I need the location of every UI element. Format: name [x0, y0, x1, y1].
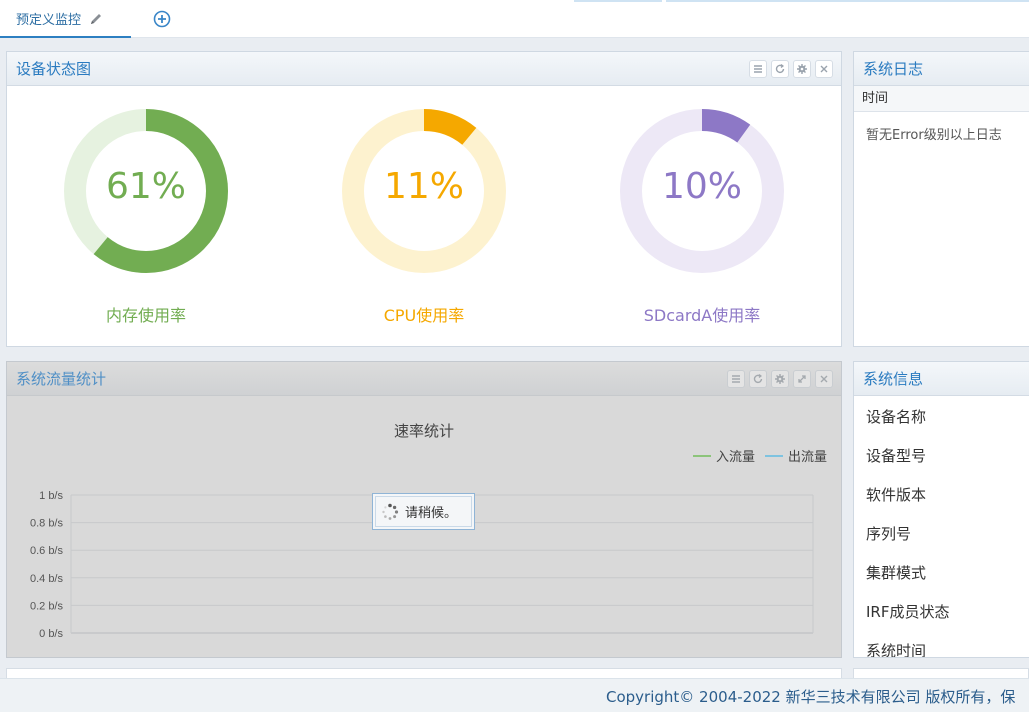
- expand-icon[interactable]: [793, 370, 811, 388]
- close-icon[interactable]: [815, 370, 833, 388]
- log-empty-text: 暂无Error级别以上日志: [866, 128, 1002, 143]
- device-status-panel: 设备状态图 61% 内存使用率 11% CPU使用率 10% SDcardA使用…: [6, 51, 842, 347]
- log-column-time[interactable]: 时间: [854, 86, 1029, 112]
- panel-header: 系统日志: [854, 52, 1029, 86]
- panel-title: 系统信息: [863, 370, 924, 388]
- legend-label: 入流量: [715, 450, 755, 465]
- gear-icon[interactable]: [771, 370, 789, 388]
- y-tick-label: 1 b/s: [39, 490, 63, 502]
- tab-predefined-monitor[interactable]: 预定义监控: [0, 0, 131, 38]
- close-icon[interactable]: [815, 60, 833, 78]
- refresh-icon[interactable]: [771, 60, 789, 78]
- legend-item-in[interactable]: 入流量: [692, 446, 755, 465]
- y-tick-label: 0 b/s: [39, 628, 63, 640]
- system-log-panel: 系统日志 时间 暂无Error级别以上日志: [853, 51, 1029, 347]
- gauge-value: 11%: [383, 166, 464, 207]
- gauge-sdcard: 10% SDcardA使用率: [617, 106, 787, 326]
- gear-icon[interactable]: [793, 60, 811, 78]
- legend-swatch: [692, 454, 711, 457]
- chart-title: 速率统计: [393, 422, 454, 440]
- gauge-value: 61%: [105, 166, 186, 207]
- info-item-software-version: 软件版本: [866, 486, 927, 504]
- list-icon[interactable]: [749, 60, 767, 78]
- info-item-irf-status: IRF成员状态: [866, 603, 950, 621]
- copyright-text: Copyright© 2004-2022 新华三技术有限公司 版权所有，保: [606, 688, 1016, 706]
- panel-tools: [727, 370, 833, 388]
- tab-label: 预定义监控: [16, 12, 82, 28]
- panel-header: 系统流量统计: [7, 362, 841, 396]
- panel-title: 系统日志: [863, 60, 924, 78]
- loading-text: 请稍候。: [405, 506, 458, 521]
- info-item-system-time: 系统时间: [866, 642, 927, 658]
- y-tick-label: 0.6 b/s: [30, 545, 64, 557]
- top-accent-line: [666, 0, 1029, 2]
- panel-title: 设备状态图: [16, 60, 92, 78]
- gauge-cpu: 11% CPU使用率: [339, 106, 509, 326]
- legend-item-out[interactable]: 出流量: [764, 446, 827, 465]
- gauge-label: 内存使用率: [105, 306, 186, 325]
- pencil-icon[interactable]: [89, 11, 103, 25]
- gauge-value: 10%: [661, 166, 742, 207]
- info-item-device-model: 设备型号: [866, 447, 927, 465]
- spinner-icon: [381, 503, 399, 521]
- list-icon[interactable]: [727, 370, 745, 388]
- panel-header: 设备状态图: [7, 52, 841, 86]
- refresh-icon[interactable]: [749, 370, 767, 388]
- legend-label: 出流量: [787, 450, 827, 465]
- panel-header: 系统信息: [854, 362, 1029, 396]
- add-tab-icon[interactable]: [152, 9, 172, 29]
- footer: Copyright© 2004-2022 新华三技术有限公司 版权所有，保: [0, 678, 1029, 712]
- system-info-list: 设备名称 设备型号 软件版本 序列号 集群模式 IRF成员状态 系统时间: [854, 396, 1029, 658]
- chart-legend: 入流量 出流量: [692, 446, 827, 465]
- gauge-label: SDcardA使用率: [643, 306, 761, 325]
- system-info-panel: 系统信息 设备名称 设备型号 软件版本 序列号 集群模式 IRF成员状态 系统时…: [853, 361, 1029, 658]
- top-accent-line: [574, 0, 662, 2]
- y-tick-label: 0.4 b/s: [30, 573, 64, 585]
- panel-tools: [749, 60, 833, 78]
- info-item-serial-number: 序列号: [866, 525, 912, 543]
- y-tick-label: 0.8 b/s: [30, 518, 64, 530]
- traffic-panel: 系统流量统计 速率统计 入流量 出流量 1 b/s 0.8 b/s 0.6 b/s 0…: [6, 361, 842, 658]
- gauge-memory: 61% 内存使用率: [61, 106, 231, 326]
- info-item-device-name: 设备名称: [866, 408, 927, 426]
- y-tick-label: 0.2 b/s: [30, 600, 64, 612]
- panel-title: 系统流量统计: [16, 370, 107, 388]
- gauge-label: CPU使用率: [383, 306, 465, 325]
- tab-bar: 预定义监控: [0, 0, 1029, 38]
- legend-swatch: [764, 454, 783, 457]
- info-item-cluster-mode: 集群模式: [866, 564, 927, 582]
- loading-indicator: 请稍候。: [372, 493, 475, 530]
